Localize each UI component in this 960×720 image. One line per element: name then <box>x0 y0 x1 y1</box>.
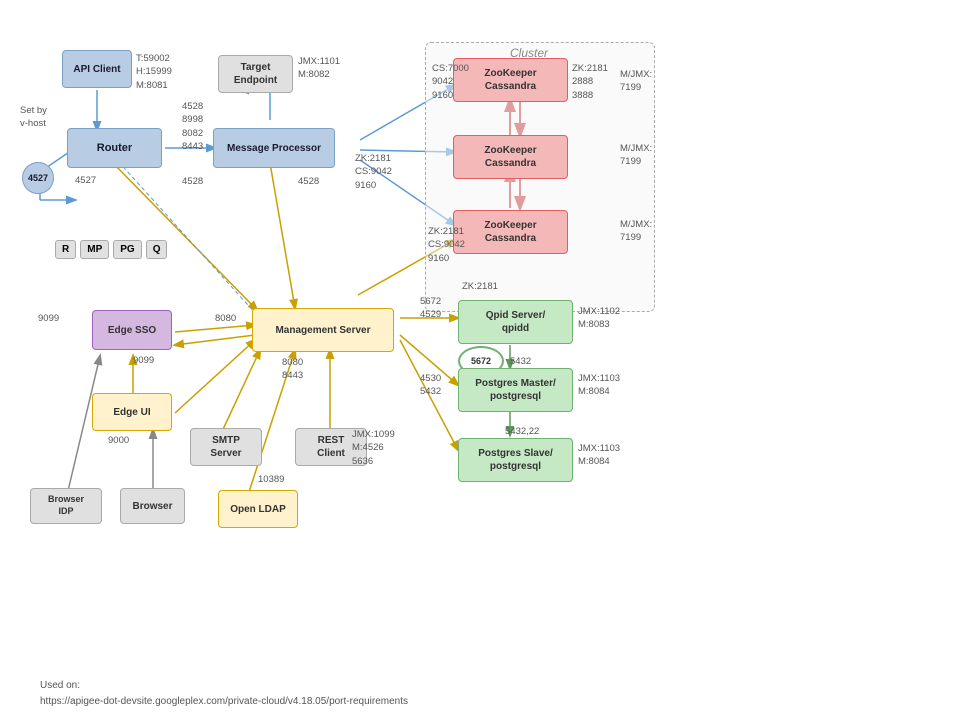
zk3-ports: ZK:2181CS:90429160 <box>428 225 465 265</box>
zk2181-label: ZK:2181 <box>462 280 498 293</box>
q-box: Q <box>146 240 168 259</box>
architecture-diagram: Cluster API Client T:59002 H:15999 M:808… <box>0 0 960 680</box>
zk-cs-ports-mp: ZK:2181CS:90429160 <box>355 152 392 192</box>
smtp-server-node: SMTPServer <box>190 428 262 466</box>
port-circle-4527: 4527 <box>22 162 54 194</box>
api-client-ports: T:59002 H:15999 M:8081 <box>136 52 172 92</box>
pg-slave-right-ports: JMX:1103M:8084 <box>578 442 620 469</box>
mp-box: MP <box>80 240 109 259</box>
router-ports: 4528899880828443 <box>182 100 203 153</box>
zk-cassandra-2-node: ZooKeeperCassandra <box>453 135 568 179</box>
edge-sso-node: Edge SSO <box>92 310 172 350</box>
target-endpoint-node: TargetEndpoint <box>218 55 293 93</box>
browser-idp-node: BrowserIDP <box>30 488 102 524</box>
ms-left-port: 8080 <box>215 312 236 325</box>
port-4527-label: 4527 <box>75 174 96 187</box>
port-5672-ms: 5672 <box>420 295 441 308</box>
postgres-master-node: Postgres Master/postgresql <box>458 368 573 412</box>
browser2-node: Browser <box>120 488 185 524</box>
open-ldap-port: 10389 <box>258 473 284 486</box>
edge-ui-port: 9000 <box>108 434 129 447</box>
edge-sso-port-bottom: 9099 <box>133 354 154 367</box>
zk1-zk-ports: ZK:218128883888 <box>572 62 608 102</box>
set-by-vhost: Set byv-host <box>20 104 47 131</box>
qpid-left-port: 4529 <box>420 308 441 321</box>
zk1-cs-ports: CS:700090429160 <box>432 62 469 102</box>
zk1-mjmx: M/JMX:7199 <box>620 68 652 95</box>
message-processor-node: Message Processor <box>213 128 335 168</box>
open-ldap-node: Open LDAP <box>218 490 298 528</box>
zk3-mjmx: M/JMX:7199 <box>620 218 652 245</box>
edge-ui-node: Edge UI <box>92 393 172 431</box>
r-box: R <box>55 240 76 259</box>
pg-master-top-port: 5432 <box>510 355 531 368</box>
zk2-mjmx: M/JMX:7199 <box>620 142 652 169</box>
edge-sso-port-left: 9099 <box>38 312 59 325</box>
mp-left-ports: 4528 <box>182 175 203 188</box>
target-jmx: JMX:1101M:8082 <box>298 55 340 82</box>
postgres-slave-node: Postgres Slave/postgresql <box>458 438 573 482</box>
pg-master-right-ports: JMX:1103M:8084 <box>578 372 620 399</box>
qpid-right-ports: JMX:1102M:8083 <box>578 305 620 332</box>
ms-jmx-ports: JMX:1099M:45265636 <box>352 428 395 468</box>
pg-box: PG <box>113 240 141 259</box>
footer-line1: Used on: <box>40 678 408 694</box>
zk-cassandra-1-node: ZooKeeperCassandra <box>453 58 568 102</box>
zk-cassandra-3-node: ZooKeeperCassandra <box>453 210 568 254</box>
component-labels: R MP PG Q <box>55 240 167 259</box>
pg-master-left-ports: 45305432 <box>420 372 441 399</box>
footer-line2: https://apigee-dot-devsite.googleplex.co… <box>40 694 408 710</box>
footer: Used on: https://apigee-dot-devsite.goog… <box>40 678 408 710</box>
qpid-node: Qpid Server/qpidd <box>458 300 573 344</box>
router-node: Router <box>67 128 162 168</box>
ms-bottom-ports: 80808443 <box>282 356 303 383</box>
management-server-node: Management Server <box>252 308 394 352</box>
api-client-node: API Client <box>62 50 132 88</box>
pg-slave-top-port: 5432,22 <box>505 425 539 438</box>
mp-right-ports: 4528 <box>298 175 319 188</box>
